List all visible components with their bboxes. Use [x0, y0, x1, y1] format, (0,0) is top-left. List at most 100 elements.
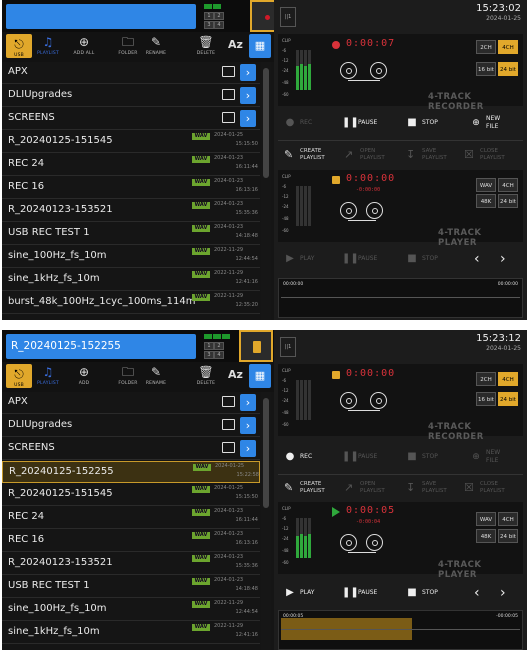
16bit-button[interactable]: 16 bit — [476, 392, 496, 406]
file-time: 16:13:16 — [235, 540, 258, 546]
scrollbar[interactable] — [261, 62, 271, 320]
play-button[interactable]: ▶ PLAY — [284, 580, 314, 606]
scrollbar-thumb[interactable] — [263, 68, 269, 178]
file-row[interactable]: REC 16 WAV 2024-01-23 16:13:16 — [2, 177, 260, 199]
playback-progress[interactable]: 00:00:05 -00:00:05 — [278, 610, 523, 650]
24bit-button[interactable]: 24 bit — [498, 392, 518, 406]
file-date: 2024-01-23 — [214, 531, 244, 537]
scrollbar[interactable] — [261, 392, 271, 650]
file-row[interactable]: REC 16 WAV 2024-01-23 16:13:16 — [2, 530, 260, 552]
4ch-button[interactable]: 4CH — [498, 372, 518, 386]
new-file-button[interactable]: ⊕ NEW FILE — [470, 110, 500, 136]
play-pause-button[interactable]: ❚❚PAUSE — [342, 246, 377, 272]
2ch-button[interactable]: 2CH — [476, 372, 496, 386]
stop-button[interactable]: ■ STOP — [406, 110, 438, 136]
file-row[interactable]: USB REC TEST 1 WAV 2024-01-23 14:18:48 — [2, 576, 260, 598]
item-name: DLIUpgrades — [8, 419, 73, 430]
folder-row[interactable]: SCREENS › — [2, 108, 260, 130]
new-folder-button[interactable]: 🗀 FOLDER — [114, 32, 142, 62]
next-button[interactable]: › — [500, 580, 506, 606]
playback-progress[interactable]: 00:00:00 00:00:00 — [278, 278, 523, 318]
playlist-tab[interactable]: ♫ PLAYLIST — [35, 362, 61, 392]
folder-icon — [222, 66, 235, 77]
24bit-button[interactable]: 24 bit — [498, 62, 518, 76]
folder-row[interactable]: DLIUpgrades › — [2, 415, 260, 437]
clock-time: 15:23:12 — [476, 333, 521, 344]
file-row[interactable]: sine_100Hz_fs_10m WAV 2022-11-29 12:44:54 — [2, 599, 260, 621]
new-file-button[interactable]: ⊕ NEW FILE — [470, 444, 500, 470]
chevron-right-icon[interactable]: › — [240, 87, 256, 104]
recorder-screen-1: 1 2 3 4 ⎋ USB ♫ PLAYLIST ⊕ ADD ALL 🗀 FOL… — [2, 0, 527, 320]
file-row[interactable]: burst_48k_100Hz_1cyc_100ms_114m WAV 2022-1… — [2, 292, 260, 314]
output-level-meter: CLIP -6 -12 -24 -48 -60 — [282, 174, 312, 238]
play-pause-button[interactable]: ❚❚PAUSE — [342, 580, 377, 606]
sort-alpha-button[interactable]: Az — [228, 38, 243, 51]
folder-row[interactable]: APX › — [2, 392, 260, 414]
file-row[interactable]: R_20240123-153521 WAV 2024-01-23 15:35:36 — [2, 553, 260, 575]
pause-button[interactable]: ❚❚PAUSE — [342, 444, 377, 470]
folder-row[interactable]: APX › — [2, 62, 260, 84]
file-row[interactable]: R_20240125-152255 WAV 2024-01-25 15:22:58 — [2, 461, 260, 483]
playlist-tab[interactable]: ♫ PLAYLIST — [35, 32, 61, 62]
rename-button[interactable]: ✎ RENAME — [142, 362, 170, 392]
file-list: APX › DLIUpgrades › SCREENS › R_20240125-15225… — [2, 392, 260, 650]
level-led — [204, 4, 212, 9]
file-row[interactable]: sine_100Hz_fs_10m WAV 2022-11-29 12:44:54 — [2, 246, 260, 268]
folder-icon — [222, 89, 235, 100]
next-button[interactable]: › — [500, 246, 506, 272]
file-row[interactable]: REC 24 WAV 2024-01-23 16:11:44 — [2, 154, 260, 176]
rename-button[interactable]: ✎ RENAME — [142, 32, 170, 62]
file-time: 15:22:58 — [236, 472, 259, 478]
channel-indicator: 2 — [214, 342, 224, 350]
rec-button[interactable]: ● REC — [284, 444, 313, 470]
file-row[interactable]: R_20240123-153521 WAV 2024-01-23 15:35:36 — [2, 200, 260, 222]
16bit-button[interactable]: 16 bit — [476, 62, 496, 76]
chevron-right-icon[interactable]: › — [240, 110, 256, 127]
previous-button[interactable]: ‹ — [474, 580, 480, 606]
previous-button[interactable]: ‹ — [474, 246, 480, 272]
usb-status-indicator[interactable] — [239, 330, 273, 362]
new-folder-button[interactable]: 🗀 FOLDER — [114, 362, 142, 392]
delete-button[interactable]: 🗑 DELETE — [192, 32, 220, 62]
file-row[interactable]: sine_1kHz_fs_10m WAV 2022-11-29 12:41:16 — [2, 269, 260, 291]
4ch-button[interactable]: 4CH — [498, 40, 518, 54]
2ch-button[interactable]: 2CH — [476, 40, 496, 54]
file-row[interactable]: USB REC TEST 1 WAV 2024-01-23 14:18:48 — [2, 223, 260, 245]
play-stop-button[interactable]: ■ STOP — [406, 246, 438, 272]
chevron-right-icon[interactable]: › — [240, 64, 256, 81]
folder-row[interactable]: SCREENS › — [2, 438, 260, 460]
folder-row[interactable]: DLIUpgrades › — [2, 85, 260, 107]
playlist-actions: ✎ CREATE PLAYLIST ↗ OPEN PLAYLIST ↧ SAVE PL… — [284, 148, 505, 161]
pause-mode-icon[interactable]: ||1 — [280, 7, 296, 27]
item-name: sine_1kHz_fs_10m — [8, 626, 100, 637]
chevron-right-icon[interactable]: › — [240, 417, 256, 434]
usb-tab[interactable]: ⎋ USB — [6, 34, 32, 58]
pause-mode-icon[interactable]: ||1 — [280, 337, 296, 357]
file-time: 16:11:44 — [235, 164, 258, 170]
add-all-button[interactable]: ⊕ ADD ALL — [68, 32, 100, 62]
file-row[interactable]: sine_1kHz_fs_10m WAV 2022-11-29 12:41:16 — [2, 622, 260, 644]
sort-alpha-button[interactable]: Az — [228, 368, 243, 381]
play-stop-button[interactable]: ■ STOP — [406, 580, 438, 606]
sort-date-button[interactable]: ▦ — [249, 34, 271, 58]
record-name-field[interactable] — [6, 4, 196, 29]
player-caption: 4-TRACK PLAYER — [438, 228, 482, 248]
file-row[interactable]: R_20240125-151545 WAV 2024-01-25 15:15:50 — [2, 131, 260, 153]
play-button[interactable]: ▶ PLAY — [284, 246, 314, 272]
scrollbar-thumb[interactable] — [263, 398, 269, 508]
add-button[interactable]: ⊕ ADD — [68, 362, 100, 392]
file-row[interactable]: R_20240125-151545 WAV 2024-01-25 15:15:50 — [2, 484, 260, 506]
pause-button[interactable]: ❚❚PAUSE — [342, 110, 377, 136]
clock-date: 2024-01-25 — [486, 345, 521, 352]
stop-button[interactable]: ■ STOP — [406, 444, 438, 470]
chevron-right-icon[interactable]: › — [240, 440, 256, 457]
file-row[interactable]: REC 24 WAV 2024-01-23 16:11:44 — [2, 507, 260, 529]
delete-button[interactable]: 🗑 DELETE — [192, 362, 220, 392]
chevron-right-icon[interactable]: › — [240, 394, 256, 411]
record-name-field[interactable]: R_20240125-152255 — [6, 334, 196, 359]
sort-date-button[interactable]: ▦ — [249, 364, 271, 388]
rec-button[interactable]: ● REC — [284, 110, 313, 136]
file-date: 2024-01-23 — [214, 155, 244, 161]
recorder-caption: 4-TRACK RECORDER — [428, 92, 484, 112]
usb-tab[interactable]: ⎋ USB — [6, 364, 32, 388]
